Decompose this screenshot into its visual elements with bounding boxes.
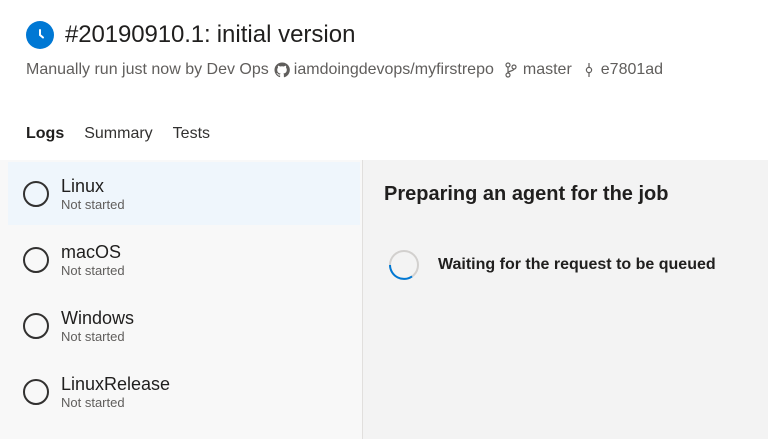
tab-logs[interactable]: Logs: [26, 122, 65, 162]
repo-link[interactable]: iamdoingdevops/myfirstrepo: [294, 61, 494, 79]
job-status: Not started: [61, 394, 125, 410]
github-icon: [273, 61, 291, 79]
run-title: #20190910.1: initial version: [26, 18, 758, 52]
step-label: Waiting for the request to be queued: [438, 256, 716, 273]
job-name: Windows: [61, 307, 135, 328]
jobs-list: Linux Not started macOS Not started Wind…: [0, 160, 363, 439]
job-status: Not started: [61, 196, 125, 212]
detail-title: Preparing an agent for the job: [384, 183, 669, 205]
run-header: #20190910.1: initial version Manually ru…: [26, 18, 758, 118]
commit-icon: [580, 61, 598, 79]
job-detail-pane: Preparing an agent for the job Waiting f…: [363, 160, 768, 439]
run-number: #20190910.1: [65, 21, 205, 48]
job-item-windows[interactable]: Windows Not started: [8, 294, 360, 357]
job-name: macOS: [61, 241, 122, 262]
job-item-macos[interactable]: macOS Not started: [8, 228, 360, 291]
branch-link[interactable]: master: [523, 61, 572, 79]
trigger-text: Manually run just now by Dev Ops: [26, 61, 269, 78]
job-status: Not started: [61, 328, 125, 344]
run-subtitle: Manually run just now by Dev Ops iamdoin…: [26, 61, 758, 79]
commit-link[interactable]: e7801ad: [601, 61, 663, 79]
job-item-linux[interactable]: Linux Not started: [8, 162, 360, 225]
spinner-icon: [388, 249, 420, 281]
commit-message: initial version: [216, 21, 356, 48]
step-row: Waiting for the request to be queued: [388, 249, 716, 281]
job-name: LinuxRelease: [61, 373, 171, 394]
branch-icon: [502, 61, 520, 79]
clock-icon: [26, 21, 54, 49]
not-started-circle-icon: [23, 246, 49, 273]
tab-summary[interactable]: Summary: [84, 122, 152, 162]
title-colon: :: [204, 21, 211, 48]
not-started-circle-icon: [23, 312, 49, 339]
job-item-linuxrelease[interactable]: LinuxRelease Not started: [8, 360, 360, 423]
tab-tests[interactable]: Tests: [173, 122, 210, 162]
pipeline-run-page: #20190910.1: initial version Manually ru…: [0, 0, 768, 439]
not-started-circle-icon: [23, 378, 49, 405]
tab-bar: Logs Summary Tests: [26, 122, 230, 162]
job-status: Not started: [61, 262, 125, 278]
job-name: Linux: [61, 175, 105, 196]
not-started-circle-icon: [23, 180, 49, 207]
